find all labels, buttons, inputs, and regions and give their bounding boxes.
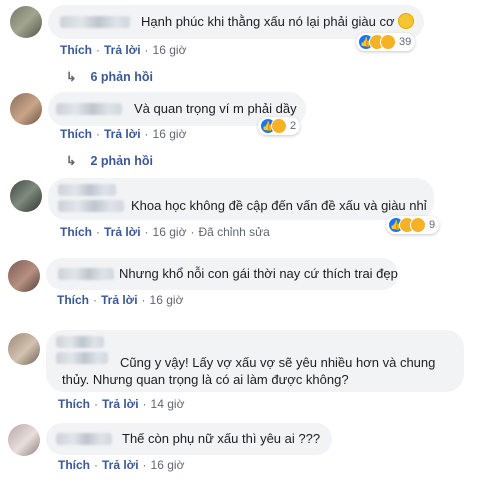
comment-text: Và quan trọng ví m phải dầy: [134, 101, 297, 116]
reaction-count: 39: [399, 36, 412, 48]
comment-time[interactable]: 14 giờ: [151, 397, 185, 411]
blurred-commenter-name: [58, 200, 124, 212]
haha-reaction-icon: [271, 118, 287, 134]
comment-actions: Thích · Trả lời · 16 giờ: [57, 293, 184, 307]
comment-actions: Thích · Trả lời · 16 giờ: [60, 127, 187, 141]
commenter-avatar[interactable]: [8, 260, 40, 292]
comment-text: Hạnh phúc khi thằng xấu nó lại phải giàu…: [141, 13, 414, 30]
comment-text: Nhưng khổ nỗi con gái thời nay cứ thích …: [119, 266, 398, 281]
comment-bubble: Cũng y vậy! Lấy vợ xấu vợ sẽ yêu nhiều h…: [46, 330, 464, 392]
wow-reaction-icon: [410, 217, 426, 233]
blurred-commenter-name: [56, 336, 104, 348]
comment-actions: Thích · Trả lời · 16 giờ · Đã chỉnh sửa: [60, 225, 270, 239]
comment-time[interactable]: 16 giờ: [151, 458, 185, 472]
blurred-commenter-name: [56, 352, 108, 364]
comment-actions: Thích · Trả lời · 14 giờ: [58, 397, 185, 411]
reply-arrow-icon: ↳: [66, 70, 77, 84]
blurred-commenter-name: [56, 433, 112, 445]
comment-text: Khoa học không đề cập đến vấn đề xấu và …: [131, 198, 427, 213]
commenter-avatar[interactable]: [10, 93, 42, 125]
blurred-commenter-name: [60, 16, 130, 28]
comment-time[interactable]: 16 giờ: [153, 43, 187, 57]
comment-text: thủy. Nhưng quan trọng là có ai làm được…: [62, 372, 349, 387]
comment-time[interactable]: 16 giờ: [153, 225, 187, 239]
blurred-commenter-name: [56, 103, 122, 115]
reply-link[interactable]: Trả lời: [104, 43, 141, 57]
edited-label: Đã chỉnh sửa: [198, 225, 270, 239]
like-link[interactable]: Thích: [60, 43, 92, 57]
commenter-avatar[interactable]: [10, 6, 42, 38]
view-replies-link[interactable]: ↳ 6 phản hồi: [66, 69, 153, 84]
like-link[interactable]: Thích: [57, 293, 89, 307]
reply-arrow-icon: ↳: [66, 154, 77, 168]
view-replies-link[interactable]: ↳ 2 phản hồi: [66, 153, 153, 168]
like-link[interactable]: Thích: [58, 397, 90, 411]
like-link[interactable]: Thích: [60, 225, 92, 239]
commenter-avatar[interactable]: [8, 333, 40, 365]
wow-reaction-icon: [380, 34, 396, 50]
commenter-avatar[interactable]: [8, 424, 40, 456]
reply-link[interactable]: Trả lời: [101, 293, 138, 307]
reply-link[interactable]: Trả lời: [102, 458, 139, 472]
commenter-avatar[interactable]: [10, 180, 42, 212]
comment-text: Thế còn phụ nữ xấu thì yêu ai ???: [122, 431, 321, 446]
comment-time[interactable]: 16 giờ: [153, 127, 187, 141]
reaction-count: 2: [290, 120, 297, 132]
reaction-summary[interactable]: 👍 39: [356, 33, 416, 51]
reply-link[interactable]: Trả lời: [102, 397, 139, 411]
comment-bubble: Khoa học không đề cập đến vấn đề xấu và …: [48, 178, 434, 220]
blurred-commenter-name: [58, 184, 116, 196]
reaction-count: 9: [429, 219, 436, 231]
like-link[interactable]: Thích: [60, 127, 92, 141]
smiley-emoji-icon: [397, 13, 414, 29]
comment-actions: Thích · Trả lời · 16 giờ: [58, 458, 185, 472]
reply-link[interactable]: Trả lời: [104, 225, 141, 239]
comment-bubble: Thế còn phụ nữ xấu thì yêu ai ???: [46, 423, 332, 455]
blurred-commenter-name: [58, 268, 114, 280]
like-link[interactable]: Thích: [58, 458, 90, 472]
comment-time[interactable]: 16 giờ: [150, 293, 184, 307]
reaction-summary[interactable]: 👍 9: [386, 216, 440, 234]
comment-text: Cũng y vậy! Lấy vợ xấu vợ sẽ yêu nhiều h…: [120, 355, 436, 370]
reply-link[interactable]: Trả lời: [104, 127, 141, 141]
reaction-summary[interactable]: 👍 2: [258, 117, 301, 135]
comment-bubble: Nhưng khổ nỗi con gái thời nay cứ thích …: [46, 258, 398, 290]
comment-actions: Thích · Trả lời · 16 giờ: [60, 43, 187, 57]
